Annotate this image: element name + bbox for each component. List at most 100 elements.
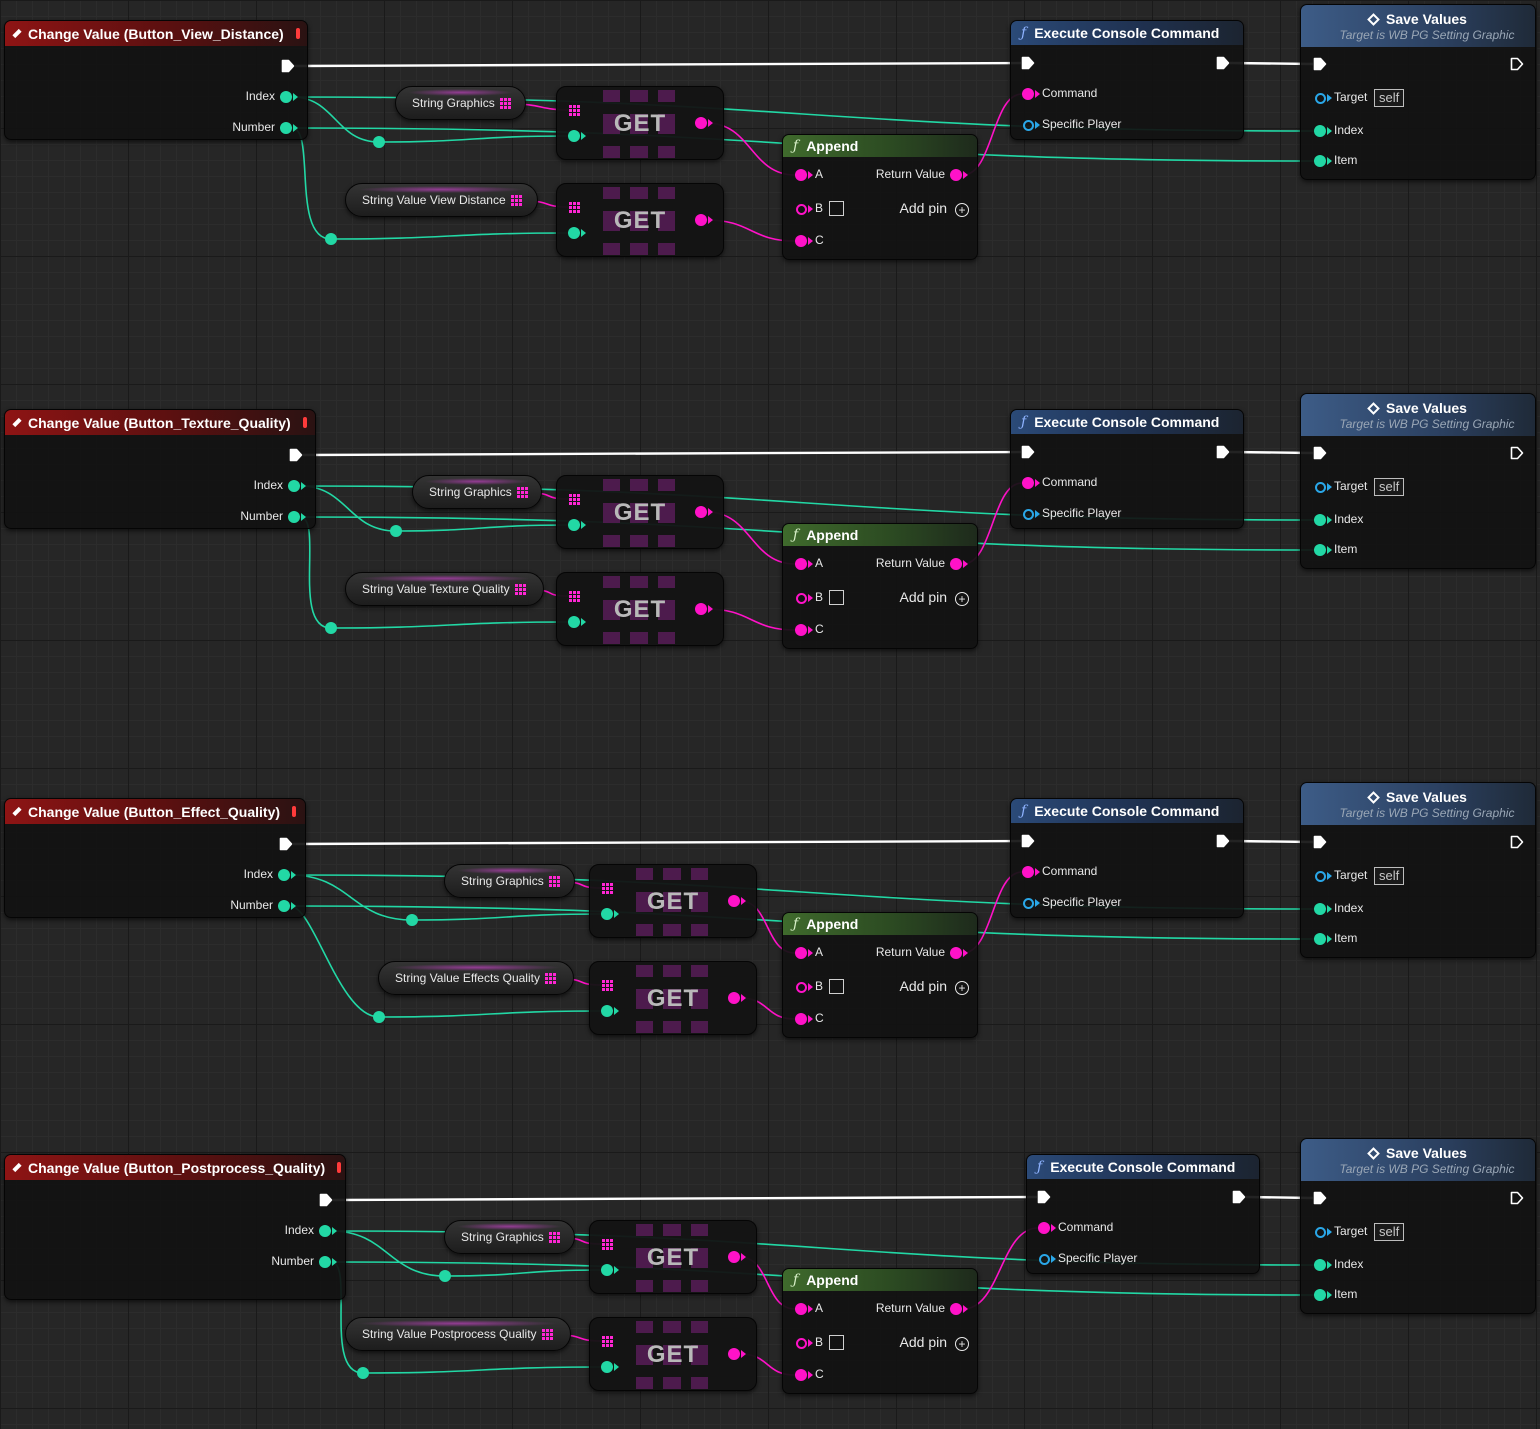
- save-target-pin[interactable]: [1314, 870, 1326, 882]
- reroute-node[interactable]: [439, 1270, 451, 1282]
- save-exec-out-pin[interactable]: [1510, 1191, 1524, 1205]
- append-b-pin[interactable]: [795, 203, 807, 215]
- get-value-node-output-pin[interactable]: [695, 603, 707, 615]
- append-b-input[interactable]: [829, 201, 844, 216]
- execute-command-pin[interactable]: [1038, 1222, 1050, 1234]
- reroute-node[interactable]: [406, 914, 418, 926]
- save-item-pin[interactable]: [1314, 155, 1326, 167]
- add-pin-button[interactable]: Add pin +: [900, 978, 969, 995]
- save-exec-in-pin[interactable]: [1313, 835, 1327, 849]
- get-graphics-node-output-pin[interactable]: [695, 506, 707, 518]
- execute-player-pin[interactable]: [1022, 119, 1034, 131]
- event-index-pin[interactable]: [280, 91, 292, 103]
- get-graphics-node-index-pin[interactable]: [568, 130, 580, 142]
- reroute-node[interactable]: [373, 1011, 385, 1023]
- execute-command-pin[interactable]: [1022, 477, 1034, 489]
- event-index-pin[interactable]: [319, 1225, 331, 1237]
- execute-exec-in-pin[interactable]: [1021, 834, 1035, 848]
- append-a-pin[interactable]: [795, 1303, 807, 1315]
- save-item-pin[interactable]: [1314, 933, 1326, 945]
- append-return-pin[interactable]: [950, 169, 962, 181]
- save-index-pin[interactable]: [1314, 1259, 1326, 1271]
- append-b-input[interactable]: [829, 1335, 844, 1350]
- save-exec-out-pin[interactable]: [1510, 835, 1524, 849]
- get-graphics-node-index-pin[interactable]: [601, 908, 613, 920]
- save-item-pin[interactable]: [1314, 1289, 1326, 1301]
- append-b-pin[interactable]: [795, 981, 807, 993]
- add-pin-button[interactable]: Add pin +: [900, 200, 969, 217]
- execute-player-pin[interactable]: [1022, 897, 1034, 909]
- get-value-node-index-pin[interactable]: [601, 1361, 613, 1373]
- save-target-pin[interactable]: [1314, 92, 1326, 104]
- string-graphics-variable[interactable]: String Graphics: [412, 475, 542, 509]
- save-target-self-field[interactable]: self: [1374, 1223, 1405, 1241]
- get-value-node-output-pin[interactable]: [695, 214, 707, 226]
- save-exec-in-pin[interactable]: [1313, 1191, 1327, 1205]
- event-exec-out-pin[interactable]: [319, 1193, 333, 1207]
- get-value-node-output-pin[interactable]: [728, 1348, 740, 1360]
- event-stop-icon[interactable]: [292, 806, 297, 817]
- event-exec-out-pin[interactable]: [289, 448, 303, 462]
- event-number-pin[interactable]: [319, 1256, 331, 1268]
- append-a-pin[interactable]: [795, 947, 807, 959]
- get-graphics-node-output-pin[interactable]: [728, 1251, 740, 1263]
- event-number-pin[interactable]: [280, 122, 292, 134]
- event-exec-out-pin[interactable]: [281, 59, 295, 73]
- save-target-self-field[interactable]: self: [1374, 89, 1405, 107]
- string-graphics-variable[interactable]: String Graphics: [444, 1220, 575, 1254]
- execute-exec-in-pin[interactable]: [1021, 56, 1035, 70]
- append-c-pin[interactable]: [795, 1369, 807, 1381]
- save-exec-in-pin[interactable]: [1313, 57, 1327, 71]
- reroute-node[interactable]: [357, 1367, 369, 1379]
- add-pin-button[interactable]: Add pin +: [900, 589, 969, 606]
- string-graphics-variable[interactable]: String Graphics: [395, 86, 526, 120]
- append-c-pin[interactable]: [795, 1013, 807, 1025]
- event-stop-icon[interactable]: [337, 1162, 342, 1173]
- get-value-node-index-pin[interactable]: [601, 1005, 613, 1017]
- append-a-pin[interactable]: [795, 558, 807, 570]
- execute-exec-out-pin[interactable]: [1232, 1190, 1246, 1204]
- execute-player-pin[interactable]: [1022, 508, 1034, 520]
- save-index-pin[interactable]: [1314, 514, 1326, 526]
- reroute-node[interactable]: [373, 136, 385, 148]
- save-target-self-field[interactable]: self: [1374, 867, 1405, 885]
- append-b-input[interactable]: [829, 590, 844, 605]
- append-a-pin[interactable]: [795, 169, 807, 181]
- get-graphics-node-index-pin[interactable]: [601, 1264, 613, 1276]
- reroute-node[interactable]: [325, 622, 337, 634]
- get-graphics-node-index-pin[interactable]: [568, 519, 580, 531]
- save-index-pin[interactable]: [1314, 125, 1326, 137]
- add-pin-button[interactable]: Add pin +: [900, 1334, 969, 1351]
- event-stop-icon[interactable]: [295, 28, 300, 39]
- event-index-pin[interactable]: [288, 480, 300, 492]
- save-target-self-field[interactable]: self: [1374, 478, 1405, 496]
- append-b-input[interactable]: [829, 979, 844, 994]
- get-graphics-node-output-pin[interactable]: [728, 895, 740, 907]
- save-item-pin[interactable]: [1314, 544, 1326, 556]
- string-value-variable[interactable]: String Value View Distance: [345, 183, 538, 217]
- string-value-variable[interactable]: String Value Texture Quality: [345, 572, 544, 606]
- append-c-pin[interactable]: [795, 235, 807, 247]
- execute-command-pin[interactable]: [1022, 88, 1034, 100]
- append-return-pin[interactable]: [950, 947, 962, 959]
- save-exec-out-pin[interactable]: [1510, 446, 1524, 460]
- event-index-pin[interactable]: [278, 869, 290, 881]
- reroute-node[interactable]: [390, 525, 402, 537]
- append-b-pin[interactable]: [795, 1337, 807, 1349]
- append-c-pin[interactable]: [795, 624, 807, 636]
- get-graphics-node-output-pin[interactable]: [695, 117, 707, 129]
- execute-exec-out-pin[interactable]: [1216, 445, 1230, 459]
- save-exec-in-pin[interactable]: [1313, 446, 1327, 460]
- get-value-node-index-pin[interactable]: [568, 227, 580, 239]
- event-number-pin[interactable]: [288, 511, 300, 523]
- string-graphics-variable[interactable]: String Graphics: [444, 864, 575, 898]
- save-index-pin[interactable]: [1314, 903, 1326, 915]
- execute-command-pin[interactable]: [1022, 866, 1034, 878]
- get-value-node-index-pin[interactable]: [568, 616, 580, 628]
- save-target-pin[interactable]: [1314, 481, 1326, 493]
- save-exec-out-pin[interactable]: [1510, 57, 1524, 71]
- event-exec-out-pin[interactable]: [279, 837, 293, 851]
- execute-exec-out-pin[interactable]: [1216, 56, 1230, 70]
- event-stop-icon[interactable]: [302, 417, 307, 428]
- get-value-node-output-pin[interactable]: [728, 992, 740, 1004]
